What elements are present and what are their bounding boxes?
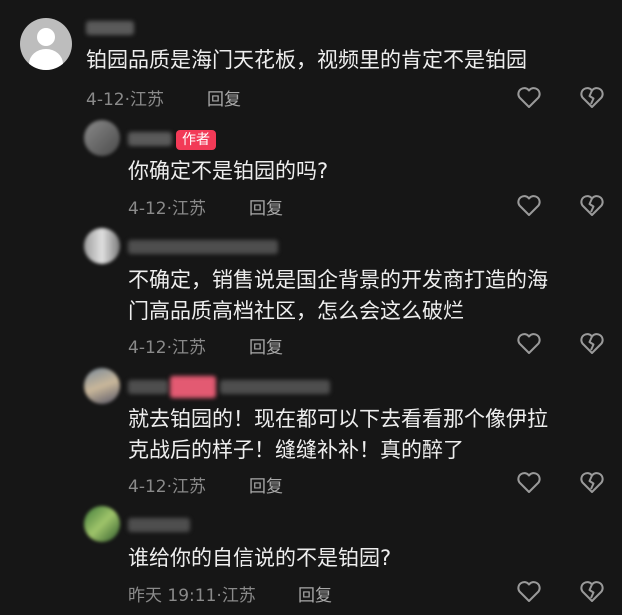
avatar[interactable]	[84, 120, 120, 156]
like-icon-button[interactable]	[514, 328, 544, 358]
comment-location: 江苏	[172, 338, 206, 358]
heart-outline-icon	[517, 333, 541, 354]
username-blurred[interactable]	[86, 21, 134, 35]
reply-button[interactable]: 回复	[249, 472, 283, 497]
comment-date: 4-12	[86, 90, 125, 110]
reply-button[interactable]: 回复	[249, 194, 283, 219]
comment-meta: 4-12·江苏	[128, 333, 206, 358]
reply-button[interactable]: 回复	[298, 581, 332, 606]
comment-location: 江苏	[130, 90, 164, 110]
heart-outline-icon	[517, 472, 541, 493]
broken-heart-icon	[580, 581, 604, 602]
heart-outline-icon	[517, 581, 541, 602]
username-blurred[interactable]	[170, 376, 216, 398]
comment-text-line: 就去铂园的！现在都可以下去看看那个像伊拉	[128, 407, 548, 431]
dislike-icon-button[interactable]	[577, 576, 607, 606]
broken-heart-icon	[580, 87, 604, 108]
broken-heart-icon	[580, 472, 604, 493]
comment-meta: 4-12·江苏	[128, 472, 206, 497]
comment-thread: 铂园品质是海门天花板，视频里的肯定不是铂园 4-12·江苏 回复 作者 你确定不…	[0, 0, 622, 615]
comment-text: 谁给你的自信说的不是铂园?	[128, 543, 391, 574]
dislike-icon-button[interactable]	[577, 190, 607, 220]
comment-meta: 昨天 19:11·江苏	[128, 581, 256, 606]
avatar[interactable]	[84, 368, 120, 404]
comment-text: 你确定不是铂园的吗?	[128, 156, 328, 187]
like-icon-button[interactable]	[514, 82, 544, 112]
username-blurred[interactable]	[128, 240, 278, 254]
reply-button[interactable]: 回复	[249, 333, 283, 358]
comment-meta: 4-12·江苏	[86, 85, 164, 110]
heart-outline-icon	[517, 195, 541, 216]
comment-text-line: 克战后的样子！缝缝补补！真的醉了	[128, 438, 464, 462]
comment-text-line: 铂园品质是海门天花板，视频里的肯定不是铂园	[86, 48, 527, 72]
avatar-body-shape	[29, 49, 63, 70]
comment-date: 4-12	[128, 199, 167, 219]
like-icon-button[interactable]	[514, 467, 544, 497]
comment-text-line: 谁给你的自信说的不是铂园?	[128, 546, 392, 570]
comment-date: 4-12	[128, 477, 167, 497]
dislike-icon-button[interactable]	[577, 328, 607, 358]
comment-text: 就去铂园的！现在都可以下去看看那个像伊拉 克战后的样子！缝缝补补！真的醉了	[128, 404, 548, 466]
comment-text-line: 不确定，销售说是国企背景的开发商打造的海	[128, 268, 548, 292]
comment-location: 江苏	[221, 586, 256, 606]
comment-location: 江苏	[172, 199, 206, 219]
comment-date: 4-12	[128, 338, 167, 358]
author-badge: 作者	[176, 130, 216, 150]
dislike-icon-button[interactable]	[577, 82, 607, 112]
like-icon-button[interactable]	[514, 576, 544, 606]
avatar[interactable]	[84, 228, 120, 264]
avatar-head-shape	[37, 28, 55, 46]
comment-text-line: 门高品质高档社区，怎么会这么破烂	[128, 299, 464, 323]
avatar[interactable]	[84, 506, 120, 542]
broken-heart-icon	[580, 333, 604, 354]
like-icon-button[interactable]	[514, 190, 544, 220]
heart-outline-icon	[517, 87, 541, 108]
username-blurred[interactable]	[128, 132, 172, 146]
username-blurred[interactable]	[128, 518, 190, 532]
comment-text: 不确定，销售说是国企背景的开发商打造的海 门高品质高档社区，怎么会这么破烂	[128, 265, 548, 327]
username-blurred[interactable]	[128, 380, 168, 394]
comment-meta: 4-12·江苏	[128, 194, 206, 219]
comment-text: 铂园品质是海门天花板，视频里的肯定不是铂园	[86, 45, 527, 76]
comment-date: 昨天 19:11	[128, 586, 217, 606]
comment-text-line: 你确定不是铂园的吗?	[128, 159, 329, 183]
avatar[interactable]	[20, 18, 72, 70]
dislike-icon-button[interactable]	[577, 467, 607, 497]
reply-button[interactable]: 回复	[207, 85, 241, 110]
username-blurred[interactable]	[220, 380, 330, 394]
broken-heart-icon	[580, 195, 604, 216]
comment-location: 江苏	[172, 477, 206, 497]
